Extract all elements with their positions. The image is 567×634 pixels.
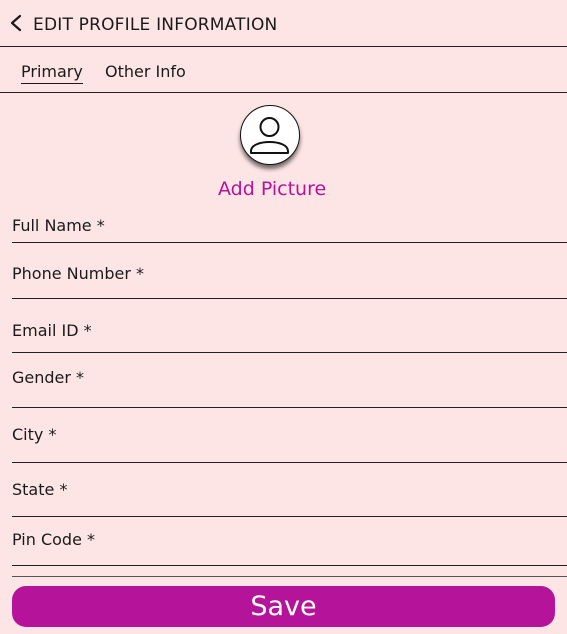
avatar[interactable] bbox=[240, 105, 300, 165]
gender-underline bbox=[12, 407, 567, 408]
city-underline bbox=[12, 462, 567, 463]
city-label: City * bbox=[12, 425, 57, 444]
phone-number-underline bbox=[12, 298, 567, 299]
page-title: EDIT PROFILE INFORMATION bbox=[33, 15, 278, 35]
pin-code-field[interactable]: Pin Code * bbox=[12, 528, 567, 568]
phone-number-field[interactable]: Phone Number * bbox=[12, 262, 567, 302]
user-icon bbox=[250, 117, 289, 154]
state-label: State * bbox=[12, 480, 68, 499]
full-name-field[interactable]: Full Name * bbox=[12, 214, 567, 246]
tab-other-info[interactable]: Other Info bbox=[105, 62, 186, 83]
full-name-underline bbox=[12, 242, 567, 243]
header-bar: EDIT PROFILE INFORMATION bbox=[0, 0, 567, 47]
gender-label: Gender * bbox=[12, 368, 85, 387]
email-id-label: Email ID * bbox=[12, 321, 92, 340]
state-underline bbox=[12, 516, 567, 517]
divider bbox=[12, 576, 567, 577]
add-picture-link[interactable]: Add Picture bbox=[218, 178, 326, 200]
save-button[interactable]: Save bbox=[12, 586, 555, 627]
state-field[interactable]: State * bbox=[12, 478, 567, 520]
email-id-underline bbox=[12, 352, 567, 353]
pin-code-label: Pin Code * bbox=[12, 530, 96, 549]
tab-primary[interactable]: Primary bbox=[21, 62, 83, 84]
gender-field[interactable]: Gender * bbox=[12, 366, 567, 410]
email-id-field[interactable]: Email ID * bbox=[12, 319, 567, 357]
tab-bar: Primary Other Info bbox=[0, 47, 567, 93]
chevron-left-icon[interactable] bbox=[8, 13, 24, 33]
pin-code-underline bbox=[12, 565, 567, 566]
full-name-label: Full Name * bbox=[12, 216, 105, 235]
phone-number-label: Phone Number * bbox=[12, 264, 145, 283]
city-field[interactable]: City * bbox=[12, 423, 567, 465]
